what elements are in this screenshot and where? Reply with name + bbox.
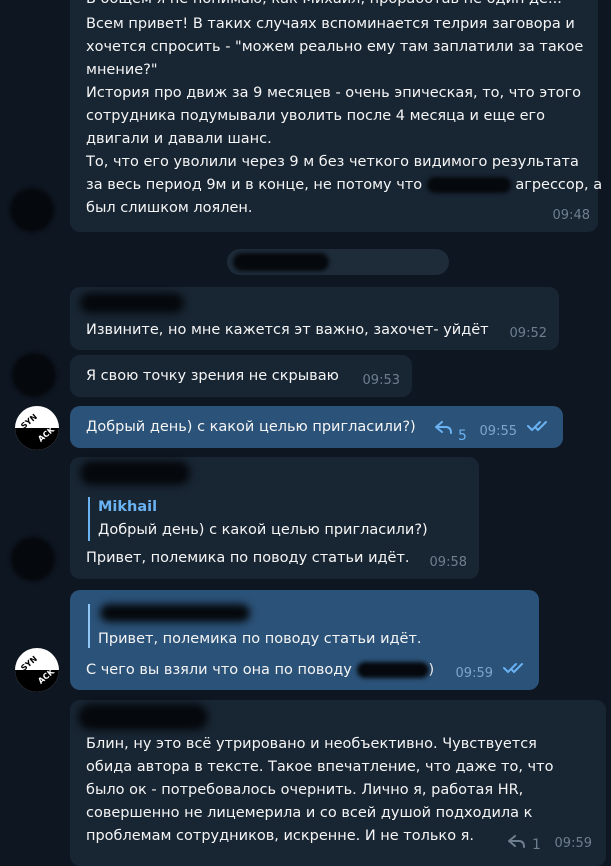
double-check-icon [527,417,551,440]
message-line: мнение?" [86,62,158,78]
message-bubble[interactable]: Добрый день) с какой целью пригласили?) … [70,406,563,448]
avatar[interactable] [11,537,55,581]
message-line: сотрудника подумывали уволить после 4 ме… [86,108,546,124]
message-time: 09:59 [554,836,592,851]
reply-text[interactable]: Добрый день) с какой целью пригласили?) [98,519,428,542]
message-time: 09:55 [479,424,517,439]
message-line: То, что его уволили через 9 м без четког… [86,154,579,170]
message-bubble[interactable]: Извините, но мне кажется эт важно, захоч… [70,287,559,350]
reply-arrow-icon[interactable] [435,420,453,443]
message-text: Извините, но мне кажется эт важно, захоч… [86,322,489,338]
reply-text[interactable]: Привет, полемика по поводу статьи идёт. [98,628,422,651]
message-bubble[interactable]: Я свою точку зрения не скрываю 09:53 [70,355,412,397]
message-time: 09:48 [552,208,590,223]
message-line-part: агрессор, а [515,177,603,193]
message-time: 09:59 [455,666,493,681]
double-check-icon [503,659,527,682]
avatar[interactable] [12,353,56,397]
message-time: 09:58 [429,555,467,570]
reply-arrow-icon[interactable] [508,834,526,857]
message-text-part: С чего вы взяли что она по поводу [86,662,352,678]
reply-count: 1 [532,837,541,853]
message-text-part: ) [428,662,435,678]
message-line: История про движ за 9 месяцев - очень эп… [86,85,582,101]
message-line: совершенно не лицемерила и со всей душой… [86,805,533,821]
message-time: 09:53 [362,373,400,388]
message-bubble[interactable]: Привет, полемика по поводу статьи идёт. … [70,590,539,690]
message-line: за весь период 9м и в конце, не потому ч… [86,174,602,197]
redacted-name [233,253,329,271]
redacted-name [426,177,511,193]
message-line: Блин, ну это всё утрировано и необъектив… [86,736,537,752]
truncated-quote: В общем я не понимаю, как Михаил, прораб… [86,0,562,11]
message-line: хочется спросить - "можем реально ему та… [86,39,584,55]
message-text: Я свою точку зрения не скрываю [86,368,339,384]
reply-count: 5 [458,428,467,444]
redacted-reply-author [100,604,250,622]
redacted-name [356,662,429,678]
reply-bar [88,604,90,648]
message-text: Блин, ну это всё утрировано и необъектив… [86,733,553,848]
message-line: двигали и давали шанс. [86,131,272,147]
avatar[interactable]: SYN ACK [15,406,59,450]
redacted-sender-name [78,704,208,730]
message-bubble[interactable]: В общем я не понимаю, как Михаил, прораб… [70,0,602,232]
message-text: С чего вы взяли что она по поводу ) [86,659,434,682]
redacted-sender-name [80,461,190,485]
redacted-sender-name [80,293,184,313]
message-text: Всем привет! В таких случаях вспоминаетс… [86,13,602,220]
message-line: обида автора в тексте. Такое впечатление… [86,759,554,775]
message-line: проблемам сотрудников, искренне. И не то… [86,828,475,844]
avatar[interactable]: SYN ACK [15,648,59,692]
service-message [227,249,449,275]
message-line-part: за весь период 9м и в конце, не потому ч… [86,177,423,193]
reply-author[interactable]: Mikhail [98,496,157,519]
message-text: Добрый день) с какой целью пригласили?) [86,419,416,435]
message-text: Привет, полемика по поводу статьи идёт. [86,550,410,566]
message-line: был слишком лоялен. [86,200,253,216]
avatar[interactable] [10,188,54,232]
reply-bar [88,497,90,541]
message-line: было ок - потребовалось очернить. Лично … [86,782,524,798]
message-bubble[interactable]: Mikhail Добрый день) с какой целью пригл… [70,457,479,579]
message-line: Всем привет! В таких случаях вспоминаетс… [86,16,575,32]
message-bubble[interactable]: Блин, ну это всё утрировано и необъектив… [70,700,606,866]
message-time: 09:52 [509,326,547,341]
